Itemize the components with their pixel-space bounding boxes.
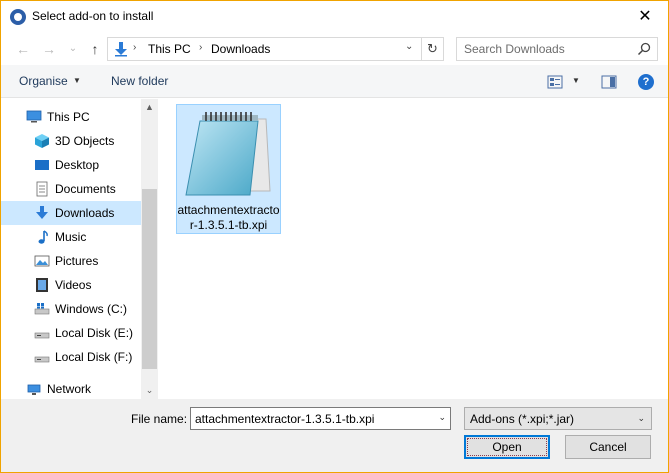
file-dialog-window: Select add-on to install ✕ ← → ⌄ ↑ › Thi… [0, 0, 669, 473]
recent-locations-button[interactable]: ⌄ [63, 39, 83, 59]
windows-drive-icon [34, 303, 50, 315]
open-button[interactable]: Open [464, 435, 550, 459]
sidebar-item-pictures[interactable]: Pictures [1, 249, 141, 273]
scroll-down-icon[interactable]: ⌄ [141, 382, 158, 399]
file-type-value: Add-ons (*.xpi;*.jar) [470, 412, 575, 426]
sidebar-item-this-pc[interactable]: This PC [1, 105, 141, 129]
sidebar-item-documents[interactable]: Documents [1, 177, 141, 201]
sidebar-item-label: Network [47, 382, 92, 396]
chevron-down-icon[interactable]: ▼ [73, 76, 81, 85]
sidebar-item-label: Videos [55, 278, 92, 292]
file-item[interactable]: attachmentextractor-1.3.5.1-tb.xpi [176, 104, 281, 234]
sidebar-item-label: 3D Objects [55, 134, 115, 148]
notepad-icon [185, 112, 271, 196]
preview-pane-icon[interactable] [601, 74, 617, 90]
network-icon [27, 384, 41, 395]
scroll-up-icon[interactable]: ▲ [141, 99, 158, 116]
file-name-field-label: File name: [131, 412, 188, 426]
view-options-icon[interactable] [547, 74, 563, 90]
pictures-icon [34, 255, 50, 267]
title-bar: Select add-on to install ✕ [1, 1, 668, 32]
chevron-down-icon[interactable]: ⌄ [438, 412, 446, 423]
file-name-combobox[interactable]: ⌄ [190, 407, 451, 430]
breadcrumb-this-pc[interactable]: This PC [148, 42, 191, 56]
sidebar-item-music[interactable]: Music [1, 225, 141, 249]
thunderbird-icon [10, 9, 26, 25]
navigation-pane: This PC 3D Objects Desktop Documents Dow… [1, 99, 158, 399]
sidebar-item-local-disk-f[interactable]: Local Disk (F:) [1, 345, 141, 369]
refresh-button[interactable]: ↻ [421, 38, 443, 60]
sidebar-item-videos[interactable]: Videos [1, 273, 141, 297]
forward-button[interactable]: → [39, 39, 59, 59]
sidebar-item-windows-c[interactable]: Windows (C:) [1, 297, 141, 321]
dialog-footer: File name: ⌄ Add-ons (*.xpi;*.jar) ⌄ Ope… [1, 399, 668, 472]
file-name-input[interactable] [191, 408, 431, 429]
drive-icon [34, 332, 50, 339]
download-icon [36, 206, 48, 219]
sidebar-item-label: Local Disk (F:) [55, 350, 133, 364]
breadcrumb-separator[interactable]: › [199, 42, 202, 53]
chevron-down-icon[interactable]: ⌄ [637, 413, 645, 424]
documents-icon [36, 181, 48, 197]
new-folder-button[interactable]: New folder [111, 74, 168, 88]
sidebar-item-downloads[interactable]: Downloads [1, 201, 141, 225]
cancel-button[interactable]: Cancel [565, 435, 651, 459]
command-toolbar: Organise ▼ New folder ▼ ? [1, 65, 668, 98]
file-type-select[interactable]: Add-ons (*.xpi;*.jar) ⌄ [464, 407, 652, 430]
address-bar[interactable]: › This PC › Downloads ⌄ ↻ [107, 37, 444, 61]
organise-button[interactable]: Organise [19, 74, 68, 88]
navigation-scrollbar[interactable]: ▲ ⌄ [141, 99, 158, 399]
sidebar-item-3d-objects[interactable]: 3D Objects [1, 129, 141, 153]
sidebar-item-desktop[interactable]: Desktop [1, 153, 141, 177]
close-button[interactable]: ✕ [628, 5, 662, 29]
sidebar-item-label: Local Disk (E:) [55, 326, 134, 340]
file-name-label: attachmentextractor-1.3.5.1-tb.xpi [177, 203, 280, 232]
drive-icon [34, 356, 50, 363]
desktop-icon [35, 160, 49, 170]
sidebar-item-label: Music [55, 230, 87, 244]
download-icon [115, 42, 127, 57]
view-dropdown-icon[interactable]: ▼ [572, 76, 580, 85]
sidebar-item-label: Downloads [55, 206, 115, 220]
sidebar-item-label: Pictures [55, 254, 99, 268]
search-icon[interactable] [637, 42, 651, 56]
up-button[interactable]: ↑ [85, 39, 105, 59]
search-box[interactable] [456, 37, 658, 61]
computer-icon [26, 110, 42, 123]
navigation-bar: ← → ⌄ ↑ › This PC › Downloads ⌄ ↻ [1, 33, 668, 65]
back-button[interactable]: ← [13, 39, 33, 59]
sidebar-item-label: Documents [55, 182, 116, 196]
address-dropdown-icon[interactable]: ⌄ [405, 41, 413, 52]
cube-icon [35, 134, 49, 148]
scrollbar-thumb[interactable] [142, 189, 157, 369]
file-list-area[interactable]: attachmentextractor-1.3.5.1-tb.xpi [158, 99, 668, 399]
search-input[interactable] [457, 38, 632, 60]
sidebar-item-label: Desktop [55, 158, 100, 172]
breadcrumb-separator: › [133, 42, 137, 53]
sidebar-item-network[interactable]: Network [1, 377, 141, 401]
help-icon[interactable]: ? [638, 74, 654, 90]
sidebar-item-label: This PC [47, 110, 90, 124]
sidebar-item-local-disk-e[interactable]: Local Disk (E:) [1, 321, 141, 345]
breadcrumb-downloads[interactable]: Downloads [211, 42, 270, 56]
sidebar-item-label: Windows (C:) [55, 302, 128, 316]
music-icon [38, 230, 48, 244]
videos-icon [36, 278, 48, 292]
window-title: Select add-on to install [32, 9, 154, 23]
